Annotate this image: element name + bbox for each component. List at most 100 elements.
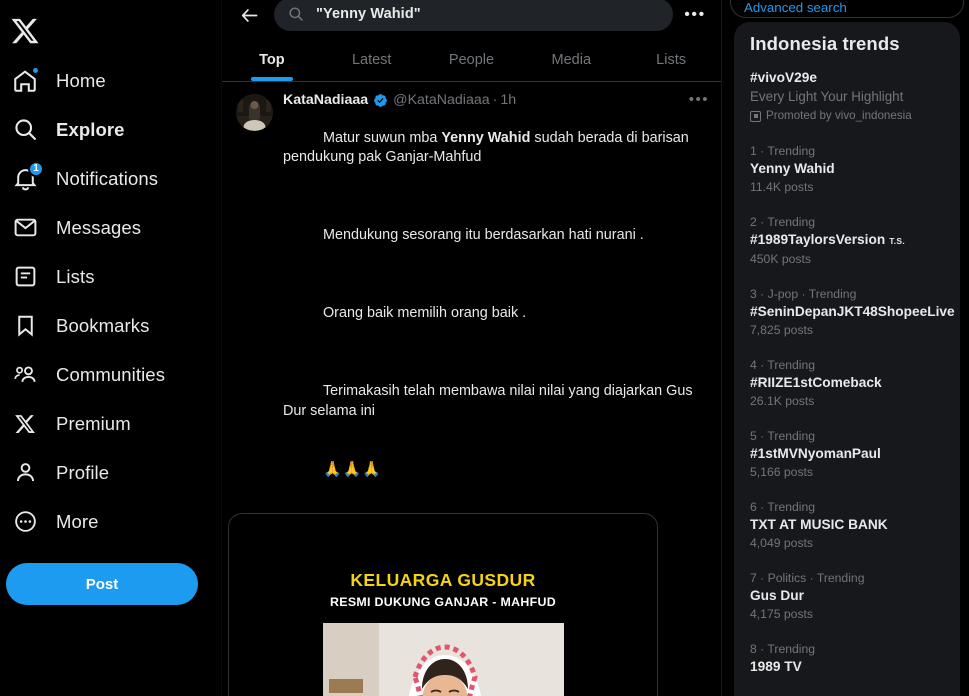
trends-panel: Indonesia trends #vivoV29e Every Light Y… xyxy=(734,22,960,696)
promoted-trend[interactable]: #vivoV29e Every Light Your Highlight Pro… xyxy=(734,59,960,134)
post-button[interactable]: Post xyxy=(6,563,198,605)
sidebar-item-label: More xyxy=(56,510,99,532)
tab-lists[interactable]: Lists xyxy=(621,38,721,81)
tweet-line-3: Orang baik memilih orang baik . xyxy=(322,305,527,321)
video-player[interactable]: KELUARGA GUSDUR RESMI DUKUNG GANJAR - MA… xyxy=(229,570,657,696)
sidebar-item-messages[interactable]: Messages xyxy=(0,203,221,252)
ad-icon xyxy=(750,110,761,122)
back-arrow-icon[interactable] xyxy=(232,1,266,29)
sidebar-item-bookmarks[interactable]: Bookmarks xyxy=(0,301,221,350)
video-frame-photo xyxy=(322,623,564,696)
trend-meta: 3 · J-pop · Trending xyxy=(750,287,857,301)
search-query-text: "Yenny Wahid" xyxy=(316,6,421,22)
twitter-app: Home Explore 1 Notifications Messages Li… xyxy=(0,0,969,696)
trend-name: #SeninDepanJKT48ShopeeLive xyxy=(750,304,955,319)
sidebar-item-label: Messages xyxy=(56,216,142,238)
promoted-by-row: Promoted by vivo_indonesia xyxy=(750,108,944,124)
trend-item[interactable]: 2 · Trending #1989TaylorsVersion T.S. 450… xyxy=(734,205,960,277)
x-logo-link[interactable] xyxy=(0,6,221,56)
advanced-search-link[interactable]: Advanced search xyxy=(744,0,847,15)
trends-title: Indonesia trends xyxy=(750,33,900,54)
trend-meta: 6 · Trending xyxy=(750,500,816,514)
search-settings-more-icon[interactable]: ••• xyxy=(681,7,709,23)
sidebar-item-explore[interactable]: Explore xyxy=(0,105,221,154)
tab-media[interactable]: Media xyxy=(521,38,621,81)
sidebar-item-profile[interactable]: Profile xyxy=(0,448,221,497)
trend-count: 5,166 posts xyxy=(750,465,814,479)
x-logo-icon xyxy=(11,18,39,44)
trend-name: #RIIZE1stComeback xyxy=(750,375,882,390)
tab-latest[interactable]: Latest xyxy=(322,38,422,81)
tweet-header: KataNadiaaa @KataNadiaaa · 1h ••• xyxy=(283,91,709,109)
tab-label: Media xyxy=(551,51,592,68)
trend-name: Gus Dur xyxy=(750,588,804,603)
sidebar-item-premium[interactable]: Premium xyxy=(0,399,221,448)
sidebar-item-notifications[interactable]: 1 Notifications xyxy=(0,154,221,203)
promoted-trend-subtitle: Every Light Your Highlight xyxy=(750,89,904,104)
video-overlay-title: KELUARGA GUSDUR xyxy=(350,570,536,590)
sidebar-item-home[interactable]: Home xyxy=(0,56,221,105)
tweet-author-name[interactable]: KataNadiaaa xyxy=(283,91,368,109)
tweet-text: Matur suwun mba Yenny Wahid sudah berada… xyxy=(283,109,709,500)
sidebar-item-label: Communities xyxy=(56,363,166,385)
more-circle-icon xyxy=(10,507,40,537)
tab-label: Latest xyxy=(351,51,392,68)
promoted-trend-name: #vivoV29e xyxy=(750,70,817,85)
trend-name: TXT AT MUSIC BANK xyxy=(750,517,888,532)
sidebar-item-lists[interactable]: Lists xyxy=(0,252,221,301)
trend-item[interactable]: 6 · Trending TXT AT MUSIC BANK 4,049 pos… xyxy=(734,490,960,561)
tweet-author-handle[interactable]: @KataNadiaaa xyxy=(393,91,489,109)
trend-count: 4,175 posts xyxy=(750,607,814,621)
notifications-badge: 1 xyxy=(28,160,44,177)
tweet-line-4: Terimakasih telah membawa nilai nilai ya… xyxy=(283,383,697,419)
tab-people[interactable]: People xyxy=(422,38,522,81)
home-unread-dot xyxy=(32,66,39,74)
tweet-line-1-pre: Matur suwun mba xyxy=(322,129,442,146)
trend-meta: 5 · Trending xyxy=(750,429,816,443)
tweet-emoji: 🙏🙏🙏 xyxy=(322,461,383,478)
search-input[interactable]: "Yenny Wahid" xyxy=(274,0,673,31)
trend-name: #1989TaylorsVersion T.S. xyxy=(750,231,944,250)
tweet-timestamp[interactable]: 1h xyxy=(500,91,516,109)
trend-count: 4,049 posts xyxy=(750,536,814,550)
trend-item[interactable]: 7 · Politics · Trending Gus Dur 4,175 po… xyxy=(734,561,960,632)
trend-name: #1stMVNyomanPaul xyxy=(750,446,881,461)
tweet-more-icon[interactable]: ••• xyxy=(683,92,709,107)
advanced-search-box[interactable]: Advanced search xyxy=(730,0,964,18)
x-premium-icon xyxy=(10,409,40,439)
trend-item[interactable]: 1 · Trending Yenny Wahid 11.4K posts xyxy=(734,134,960,205)
sidebar-item-label: Notifications xyxy=(56,167,159,189)
communities-icon xyxy=(10,360,40,390)
search-icon xyxy=(288,6,305,22)
tweet[interactable]: KataNadiaaa @KataNadiaaa · 1h ••• Matur … xyxy=(222,82,721,500)
tab-label: Lists xyxy=(656,51,686,68)
tab-label: People xyxy=(448,51,495,68)
search-icon xyxy=(10,115,40,145)
tweet-body: KataNadiaaa @KataNadiaaa · 1h ••• Matur … xyxy=(273,91,709,500)
sidebar-item-communities[interactable]: Communities xyxy=(0,350,221,399)
tweet-line-2: Mendukung sesorang itu berdasarkan hati … xyxy=(322,227,644,243)
main-column: "Yenny Wahid" ••• Top Latest People Medi… xyxy=(222,0,722,696)
tweet-video-card[interactable]: KELUARGA GUSDUR RESMI DUKUNG GANJAR - MA… xyxy=(228,513,658,696)
bookmark-icon xyxy=(10,311,40,341)
trend-item[interactable]: 4 · Trending #RIIZE1stComeback 26.1K pos… xyxy=(734,348,960,419)
sidebar-item-label: Profile xyxy=(56,461,110,483)
sidebar-nav: Home Explore 1 Notifications Messages Li… xyxy=(0,56,221,546)
list-icon xyxy=(10,262,40,292)
trend-count: 11.4K posts xyxy=(750,180,814,194)
avatar[interactable] xyxy=(236,94,273,131)
trend-item[interactable]: 8 · Trending 1989 TV xyxy=(734,632,960,686)
trend-count: 26.1K posts xyxy=(750,394,815,408)
left-sidebar: Home Explore 1 Notifications Messages Li… xyxy=(0,0,222,696)
sidebar-item-label: Premium xyxy=(56,412,131,434)
sidebar-item-label: Bookmarks xyxy=(56,314,150,336)
trend-item[interactable]: 3 · J-pop · Trending #SeninDepanJKT48Sho… xyxy=(734,277,960,348)
verified-badge-icon xyxy=(373,93,388,108)
trend-name: Yenny Wahid xyxy=(750,161,835,176)
tab-top[interactable]: Top xyxy=(222,38,322,81)
search-tabs: Top Latest People Media Lists xyxy=(222,38,721,82)
sidebar-item-more[interactable]: More xyxy=(0,497,221,546)
trend-item[interactable]: 5 · Trending #1stMVNyomanPaul 5,166 post… xyxy=(734,419,960,490)
bell-icon: 1 xyxy=(10,160,44,194)
tweet-line-1-mention: Yenny Wahid xyxy=(441,129,531,146)
